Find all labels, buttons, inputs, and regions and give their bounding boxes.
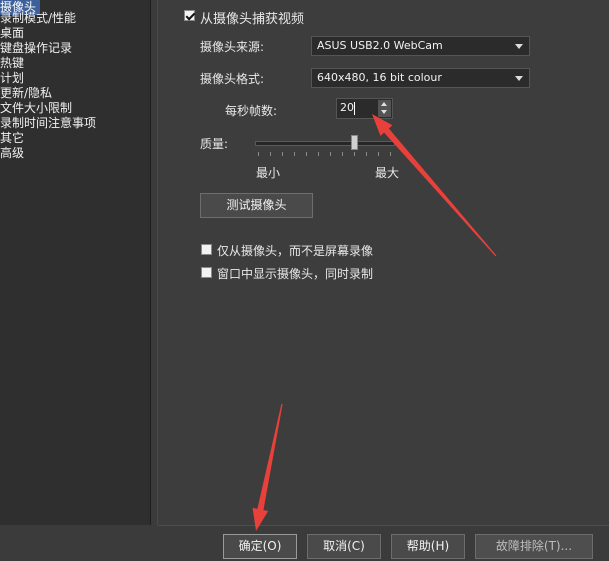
capture-webcam-checkbox[interactable] xyxy=(184,10,195,21)
sidebar-item-other[interactable]: 其它 xyxy=(0,131,24,146)
sidebar-item-desktop[interactable]: 桌面 xyxy=(0,26,24,41)
fps-spinbox[interactable]: 20 xyxy=(336,98,393,119)
chevron-down-icon xyxy=(515,44,523,49)
slider-tick xyxy=(378,152,379,156)
spin-down-icon[interactable] xyxy=(381,110,387,114)
quality-max-label: 最大 xyxy=(375,166,400,180)
slider-tick xyxy=(390,152,391,156)
slider-tick xyxy=(330,152,331,156)
settings-sidebar: 摄像头 录制模式/性能 桌面 键盘操作记录 热键 计划 更新/隐私 文件大小限制… xyxy=(0,0,151,525)
slider-tick xyxy=(270,152,271,156)
troubleshoot-button[interactable]: 故障排除(T)... xyxy=(475,534,593,559)
quality-slider-thumb[interactable] xyxy=(351,135,358,150)
spin-up-icon[interactable] xyxy=(381,102,387,106)
webcam-source-select[interactable]: ASUS USB2.0 WebCam xyxy=(311,36,530,56)
webcam-source-label: 摄像头来源: xyxy=(200,40,265,54)
show-webcam-in-window-checkbox[interactable] xyxy=(201,267,212,278)
webcam-format-select[interactable]: 640x480, 16 bit colour xyxy=(311,68,530,88)
show-webcam-in-window-label: 窗口中显示摄像头，同时录制 xyxy=(217,267,374,281)
panel-bottom-divider xyxy=(158,525,609,526)
quality-min-label: 最小 xyxy=(256,166,281,180)
slider-tick xyxy=(366,152,367,156)
fps-label: 每秒帧数: xyxy=(225,104,278,118)
slider-tick xyxy=(306,152,307,156)
cancel-button[interactable]: 取消(C) xyxy=(307,534,381,559)
ok-button[interactable]: 确定(O) xyxy=(223,534,297,559)
webcam-source-value: ASUS USB2.0 WebCam xyxy=(317,39,443,52)
text-cursor xyxy=(354,102,355,115)
webcam-format-label: 摄像头格式: xyxy=(200,72,265,86)
slider-tick xyxy=(258,152,259,156)
only-webcam-label: 仅从摄像头，而不是屏幕录像 xyxy=(217,244,374,258)
chevron-down-icon xyxy=(515,76,523,81)
capture-webcam-label: 从摄像头捕获视频 xyxy=(200,12,305,27)
sidebar-item-update-privacy[interactable]: 更新/隐私 xyxy=(0,86,52,101)
sidebar-item-keyboard-log[interactable]: 键盘操作记录 xyxy=(0,41,72,56)
slider-tick xyxy=(294,152,295,156)
quality-slider-track[interactable] xyxy=(255,141,395,146)
test-webcam-button[interactable]: 测试摄像头 xyxy=(200,193,313,218)
slider-tick xyxy=(354,152,355,156)
webcam-format-value: 640x480, 16 bit colour xyxy=(317,71,442,84)
help-button[interactable]: 帮助(H) xyxy=(391,534,465,559)
slider-tick xyxy=(318,152,319,156)
only-webcam-checkbox[interactable] xyxy=(201,244,212,255)
quality-label: 质量: xyxy=(200,137,229,151)
sidebar-item-time-notes[interactable]: 录制时间注意事项 xyxy=(0,116,96,131)
sidebar-item-schedule[interactable]: 计划 xyxy=(0,71,24,86)
slider-tick xyxy=(282,152,283,156)
sidebar-item-file-size-limit[interactable]: 文件大小限制 xyxy=(0,101,72,116)
sidebar-item-hotkeys[interactable]: 热键 xyxy=(0,56,24,71)
slider-tick xyxy=(342,152,343,156)
sidebar-item-recording-mode[interactable]: 录制模式/性能 xyxy=(0,11,76,26)
sidebar-item-advanced[interactable]: 高级 xyxy=(0,146,24,161)
fps-value: 20 xyxy=(340,101,354,114)
fps-spin-buttons[interactable] xyxy=(378,100,391,117)
